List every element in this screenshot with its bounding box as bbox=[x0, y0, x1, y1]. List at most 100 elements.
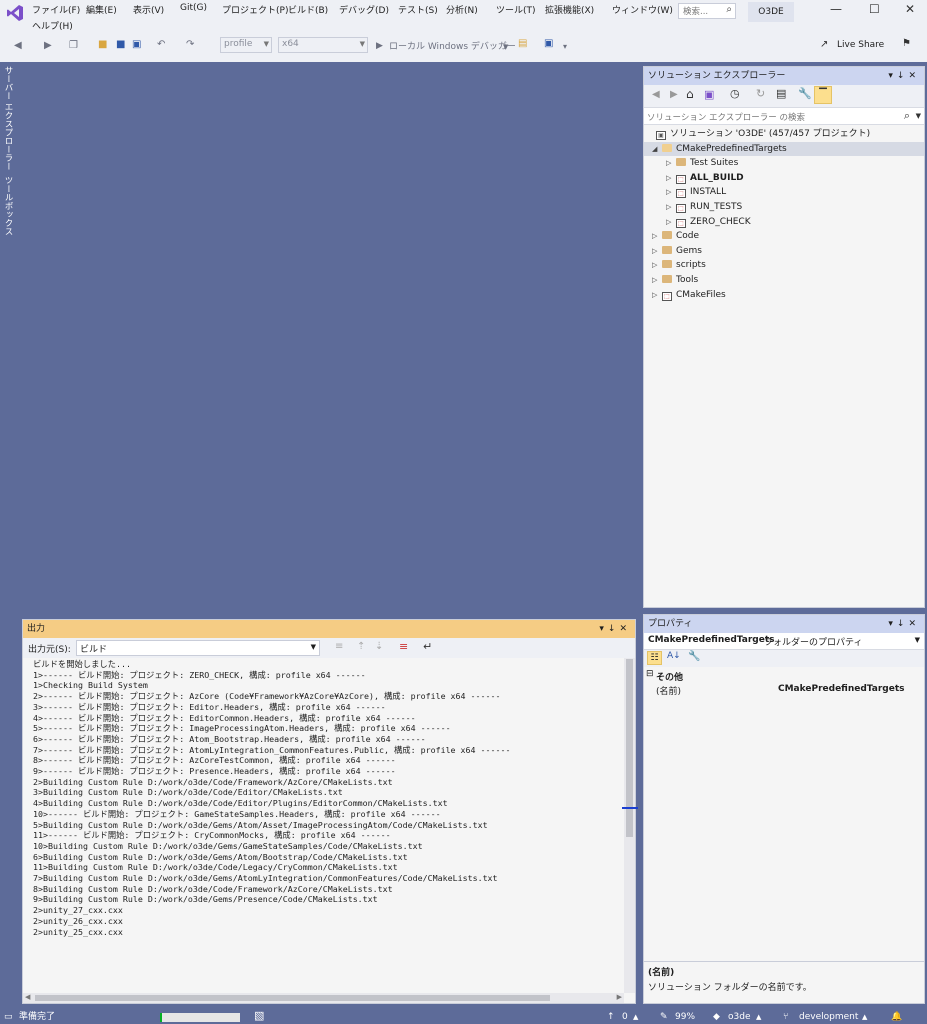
tree-item-code[interactable]: ▷ Code bbox=[644, 229, 924, 244]
platform-dropdown[interactable]: x64 ▼ bbox=[278, 37, 368, 53]
undo-icon[interactable]: ↶ bbox=[157, 39, 165, 51]
collapsed-chevron-icon[interactable]: ▷ bbox=[666, 156, 676, 171]
next-message-icon[interactable]: ⇣ bbox=[375, 641, 383, 652]
panel-window-controls[interactable]: ▾↓✕ bbox=[888, 615, 920, 633]
save-all-icon[interactable]: ▣ bbox=[132, 39, 141, 51]
switch-views-icon[interactable]: ▣ bbox=[704, 88, 714, 101]
new-item-icon[interactable]: ❐ bbox=[69, 40, 78, 52]
collapsed-chevron-icon[interactable]: ▷ bbox=[652, 273, 662, 288]
menu-analyze[interactable]: 分析(N) bbox=[446, 3, 478, 16]
push-arrow-icon[interactable]: ↑ bbox=[607, 1010, 615, 1024]
open-folder-icon[interactable]: ■ bbox=[98, 39, 107, 51]
find-in-files-icon[interactable]: ▤ bbox=[518, 38, 527, 50]
branch-name[interactable]: development bbox=[799, 1010, 858, 1024]
tree-item-zero-check[interactable]: ▷ ⬚ ZERO_CHECK bbox=[644, 215, 924, 230]
menu-project[interactable]: プロジェクト(P) bbox=[222, 3, 288, 16]
build-notification-icon[interactable]: ▧ bbox=[254, 1009, 264, 1023]
previous-message-icon[interactable]: ⇡ bbox=[357, 641, 365, 652]
collapse-icon[interactable]: ⊟ bbox=[646, 669, 654, 679]
alphabetical-icon[interactable]: A↓ bbox=[667, 651, 681, 661]
collapsed-chevron-icon[interactable]: ▷ bbox=[666, 185, 676, 200]
repository-name[interactable]: o3de bbox=[728, 1010, 750, 1024]
repo-chevron-icon[interactable]: ▲ bbox=[756, 1010, 761, 1024]
search-box[interactable]: 検索... ⌕ bbox=[678, 3, 736, 19]
properties-titlebar[interactable]: プロパティ ▾↓✕ bbox=[644, 615, 924, 633]
chevron-down-icon[interactable]: ▼ bbox=[503, 41, 508, 53]
live-share-button[interactable]: Live Share bbox=[837, 40, 884, 50]
menu-edit[interactable]: 編集(E) bbox=[86, 3, 117, 16]
back-icon[interactable]: ◀ bbox=[14, 40, 22, 52]
close-button[interactable]: ✕ bbox=[905, 2, 915, 16]
tree-item-cmakepredefinedtargets[interactable]: ◢ CMakePredefinedTargets bbox=[644, 141, 924, 157]
toolbar-options-icon[interactable]: ▾ bbox=[563, 41, 567, 53]
push-chevron-icon[interactable]: ▲ bbox=[633, 1010, 638, 1024]
collapse-all-icon[interactable]: ▤ bbox=[776, 87, 786, 100]
push-count[interactable]: 0 bbox=[622, 1010, 628, 1024]
sync-icon[interactable]: ↻ bbox=[756, 87, 765, 100]
collapsed-chevron-icon[interactable]: ▷ bbox=[652, 288, 662, 303]
menu-test[interactable]: テスト(S) bbox=[398, 3, 438, 16]
collapsed-chevron-icon[interactable]: ▷ bbox=[652, 229, 662, 244]
chevron-down-icon[interactable]: ▼ bbox=[916, 112, 921, 120]
menu-build[interactable]: ビルド(B) bbox=[288, 3, 328, 16]
properties-object-selector[interactable]: CMakePredefinedTargets フォルダーのプロパティ ▼ bbox=[644, 633, 924, 650]
collapsed-chevron-icon[interactable]: ▷ bbox=[666, 171, 676, 186]
property-row[interactable]: (名前) CMakePredefinedTargets bbox=[644, 683, 924, 697]
collapsed-chevron-icon[interactable]: ▷ bbox=[666, 215, 676, 230]
property-pages-icon[interactable]: 🔧 bbox=[688, 651, 700, 662]
scrollbar-thumb[interactable] bbox=[35, 995, 550, 1001]
play-icon[interactable]: ▶ bbox=[376, 40, 383, 52]
tree-item-gems[interactable]: ▷ Gems bbox=[644, 244, 924, 259]
menu-help[interactable]: ヘルプ(H) bbox=[32, 19, 73, 32]
save-icon[interactable]: ■ bbox=[116, 39, 125, 51]
branch-chevron-icon[interactable]: ▲ bbox=[862, 1010, 867, 1024]
output-text-area[interactable]: ビルドを開始しました... 1>------ ビルド開始: プロジェクト: ZE… bbox=[23, 658, 624, 993]
configuration-dropdown[interactable]: profile ▼ bbox=[220, 37, 272, 53]
menu-git[interactable]: Git(G) bbox=[180, 3, 207, 13]
solution-root[interactable]: ▣ ソリューション 'O3DE' (457/457 プロジェクト) bbox=[644, 127, 924, 142]
clear-all-icon[interactable]: ≡ bbox=[399, 640, 408, 653]
expanded-chevron-icon[interactable]: ◢ bbox=[652, 142, 662, 157]
zoom-level[interactable]: 99% bbox=[675, 1010, 695, 1024]
panel-window-controls[interactable]: ▾↓✕ bbox=[599, 620, 631, 638]
property-category[interactable]: ⊟ その他 bbox=[644, 669, 924, 683]
tree-item-tools[interactable]: ▷ Tools bbox=[644, 273, 924, 288]
output-titlebar[interactable]: 出力 ▾↓✕ bbox=[23, 620, 635, 638]
scroll-left-icon[interactable]: ◀ bbox=[25, 993, 30, 1001]
live-share-icon[interactable]: ↗ bbox=[820, 39, 828, 51]
panel-window-controls[interactable]: ▾↓✕ bbox=[888, 67, 920, 85]
tree-item-test-suites[interactable]: ▷ Test Suites bbox=[644, 156, 924, 171]
side-tool-tabs[interactable]: サーバー エクスプローラー ツールボックス bbox=[2, 66, 14, 236]
pencil-icon[interactable]: ✎ bbox=[660, 1010, 668, 1024]
categorized-icon[interactable]: ☷ bbox=[647, 651, 662, 665]
collapsed-chevron-icon[interactable]: ▷ bbox=[652, 244, 662, 259]
redo-icon[interactable]: ↷ bbox=[186, 39, 194, 51]
tree-item-cmakefiles[interactable]: ▷ ⬚ CMakeFiles bbox=[644, 288, 924, 303]
menu-file[interactable]: ファイル(F) bbox=[32, 3, 80, 16]
start-debugger-button[interactable]: ローカル Windows デバッガー bbox=[389, 39, 516, 52]
feedback-icon[interactable]: ⚑ bbox=[902, 38, 911, 50]
go-to-error-icon[interactable]: ≡ bbox=[335, 641, 343, 652]
maximize-button[interactable]: ☐ bbox=[869, 2, 880, 16]
menu-view[interactable]: 表示(V) bbox=[133, 3, 164, 16]
screenshot-icon[interactable]: ▣ bbox=[544, 38, 553, 50]
property-value[interactable]: CMakePredefinedTargets bbox=[778, 684, 905, 694]
forward-icon[interactable]: ▶ bbox=[670, 89, 678, 100]
scroll-right-icon[interactable]: ▶ bbox=[617, 993, 622, 1001]
word-wrap-icon[interactable]: ↵ bbox=[423, 640, 432, 653]
menu-tools[interactable]: ツール(T) bbox=[496, 3, 536, 16]
minimize-button[interactable]: — bbox=[830, 2, 842, 16]
tree-item-scripts[interactable]: ▷ scripts bbox=[644, 258, 924, 273]
notifications-bell-icon[interactable]: 🔔 bbox=[891, 1010, 902, 1024]
collapsed-chevron-icon[interactable]: ▷ bbox=[666, 200, 676, 215]
output-source-dropdown[interactable]: ビルド ▼ bbox=[76, 640, 320, 656]
collapsed-chevron-icon[interactable]: ▷ bbox=[652, 258, 662, 273]
menu-extensions[interactable]: 拡張機能(X) bbox=[545, 3, 594, 16]
horizontal-scrollbar[interactable]: ◀ ▶ bbox=[23, 993, 624, 1003]
solution-explorer-titlebar[interactable]: ソリューション エクスプローラー ▾↓✕ bbox=[644, 67, 924, 85]
forward-icon[interactable]: ▶ bbox=[44, 40, 52, 52]
menu-debug[interactable]: デバッグ(D) bbox=[339, 3, 389, 16]
pending-changes-icon[interactable]: ◷ bbox=[730, 87, 740, 100]
properties-wrench-icon[interactable]: 🔧 bbox=[798, 87, 812, 100]
menu-window[interactable]: ウィンドウ(W) bbox=[612, 3, 673, 16]
